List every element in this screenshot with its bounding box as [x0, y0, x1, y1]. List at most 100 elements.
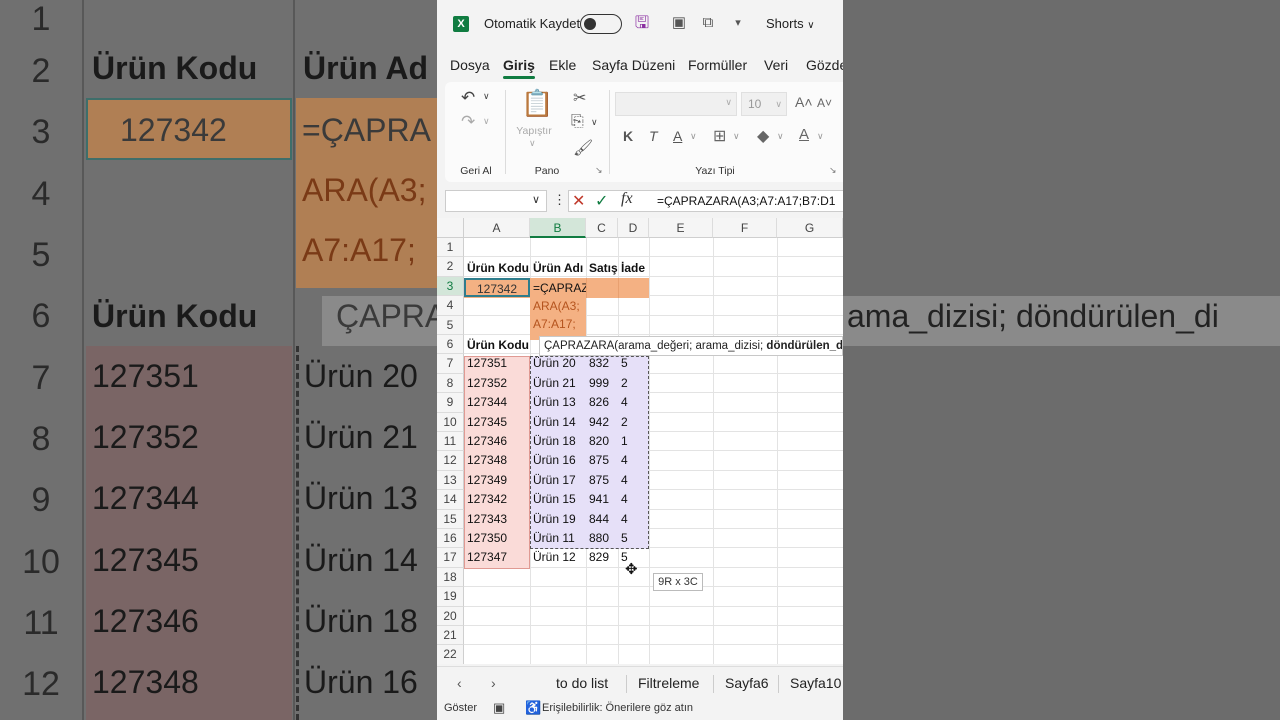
borders-dropdown-icon[interactable]: ∨ — [733, 131, 740, 142]
row-header[interactable]: 2 — [437, 257, 464, 277]
row-header[interactable]: 17 — [437, 548, 464, 568]
autosave-toggle[interactable] — [580, 14, 622, 34]
tab-giris[interactable]: Giriş — [503, 57, 535, 79]
cell-b9[interactable]: Ürün 13 — [530, 393, 586, 412]
cut-icon[interactable]: ✂ — [573, 88, 586, 108]
function-tooltip[interactable]: ÇAPRAZARA(arama_değeri; arama_dizisi; dö… — [539, 336, 843, 356]
cell-c16[interactable]: 880 — [586, 529, 618, 548]
row-header[interactable]: 14 — [437, 490, 464, 510]
cell-c12[interactable]: 875 — [586, 451, 618, 470]
select-all-corner[interactable] — [437, 218, 464, 238]
cell-a8[interactable]: 127352 — [464, 374, 530, 393]
cell-a3-lookup[interactable]: 127342 — [464, 278, 530, 298]
cell-a15[interactable]: 127343 — [464, 510, 530, 529]
row-header[interactable]: 16 — [437, 529, 464, 549]
italic-button[interactable]: T — [649, 128, 658, 144]
cell-b11[interactable]: Ürün 18 — [530, 432, 586, 451]
cell-a6[interactable]: Ürün Kodu — [464, 336, 530, 355]
cell-c17[interactable]: 829 — [586, 548, 618, 567]
save-icon[interactable]: 🖫 — [633, 14, 651, 32]
tab-formuller[interactable]: Formüller — [688, 57, 747, 73]
row-header[interactable]: 8 — [437, 373, 464, 394]
cell-b13[interactable]: Ürün 17 — [530, 471, 586, 490]
row-header[interactable]: 1 — [437, 238, 464, 258]
cell-c13[interactable]: 875 — [586, 471, 618, 490]
sheet-tab-filtreleme[interactable]: Filtreleme — [638, 675, 699, 691]
cell-b14[interactable]: Ürün 15 — [530, 490, 586, 509]
column-header-g[interactable]: G — [777, 218, 843, 238]
cell-c10[interactable]: 942 — [586, 413, 618, 432]
tab-gozden[interactable]: Gözde — [806, 57, 843, 73]
tab-sayfa-duzeni[interactable]: Sayfa Düzeni — [592, 57, 675, 73]
cell-b16[interactable]: Ürün 11 — [530, 529, 586, 548]
undo-dropdown-icon[interactable]: ∨ — [483, 91, 490, 102]
next-sheet-icon[interactable]: › — [491, 675, 496, 691]
paste-icon[interactable]: 📋 — [521, 88, 553, 119]
cell-d2[interactable]: İade — [618, 259, 649, 278]
font-color-icon[interactable]: A — [799, 126, 809, 143]
paste-dropdown-icon[interactable]: ∨ — [529, 138, 536, 149]
camera-icon[interactable]: ▣ — [670, 14, 688, 32]
cell-b17[interactable]: Ürün 12 — [530, 548, 586, 567]
cell-b8[interactable]: Ürün 21 — [530, 374, 586, 393]
row-header[interactable]: 11 — [437, 432, 464, 452]
row-header[interactable]: 18 — [437, 567, 464, 588]
font-size-box[interactable]: 10 ∨ — [741, 92, 787, 116]
cell-d16[interactable]: 5 — [618, 529, 649, 548]
fill-dropdown-icon[interactable]: ∨ — [777, 131, 784, 142]
cell-a10[interactable]: 127345 — [464, 413, 530, 432]
document-title[interactable]: Shorts ∨ — [766, 16, 815, 31]
column-header-c[interactable]: C — [586, 218, 618, 238]
row-header[interactable]: 6 — [437, 335, 464, 355]
cell-c14[interactable]: 941 — [586, 490, 618, 509]
row-header[interactable]: 19 — [437, 587, 464, 607]
tab-dosya[interactable]: Dosya — [450, 57, 490, 73]
underline-dropdown-icon[interactable]: ∨ — [690, 131, 697, 142]
cell-b10[interactable]: Ürün 14 — [530, 413, 586, 432]
shrink-font-icon[interactable]: A˅ — [817, 96, 832, 110]
cell-c8[interactable]: 999 — [586, 374, 618, 393]
row-header[interactable]: 12 — [437, 451, 464, 471]
redo-icon[interactable]: ↷ — [461, 112, 475, 132]
borders-icon[interactable]: ⊞ — [713, 126, 726, 146]
sheet-tab-to-do-list[interactable]: to do list — [556, 675, 608, 691]
row-header[interactable]: 4 — [437, 296, 464, 316]
column-header-b[interactable]: B — [530, 218, 586, 238]
cell-d15[interactable]: 4 — [618, 510, 649, 529]
accessibility-status[interactable]: Erişilebilirlik: Önerilere göz atın — [542, 702, 693, 714]
cell-d8[interactable]: 2 — [618, 374, 649, 393]
cell-d13[interactable]: 4 — [618, 471, 649, 490]
undo-icon[interactable]: ↶ — [461, 88, 475, 108]
macro-icon[interactable]: ▣ — [493, 700, 505, 716]
fill-color-icon[interactable]: ◆ — [757, 126, 769, 146]
cell-d12[interactable]: 4 — [618, 451, 649, 470]
worksheet-grid[interactable]: A B C D E F G 1 2 3 4 5 6 7 8 9 10 11 12 13 14 15 16 17 1… — [437, 218, 843, 664]
cell-b7[interactable]: Ürün 20 — [530, 354, 586, 373]
copy-icon[interactable]: ⎘ — [571, 113, 584, 131]
cell-c9[interactable]: 826 — [586, 393, 618, 412]
grow-font-icon[interactable]: A˄ — [795, 94, 813, 110]
sheet-tab-sayfa6[interactable]: Sayfa6 — [725, 675, 769, 691]
customize-toolbar-icon[interactable]: ▾ — [729, 14, 747, 32]
enter-icon[interactable]: ✓ — [595, 191, 608, 211]
cell-d10[interactable]: 2 — [618, 413, 649, 432]
more-options-icon[interactable]: ⋮ — [553, 192, 566, 208]
cell-a13[interactable]: 127349 — [464, 471, 530, 490]
format-painter-icon[interactable]: 🖌 — [573, 138, 593, 158]
cell-a11[interactable]: 127346 — [464, 432, 530, 451]
cell-a9[interactable]: 127344 — [464, 393, 530, 412]
cell-a17[interactable]: 127347 — [464, 548, 530, 567]
cell-b15[interactable]: Ürün 19 — [530, 510, 586, 529]
dialog-launcher-icon[interactable]: ↘ — [829, 165, 837, 176]
tab-ekle[interactable]: Ekle — [549, 57, 576, 73]
copy-dropdown-icon[interactable]: ∨ — [591, 117, 598, 128]
row-header[interactable]: 7 — [437, 354, 464, 374]
show-label[interactable]: Göster — [444, 702, 477, 714]
column-header-e[interactable]: E — [649, 218, 713, 238]
accessibility-icon[interactable]: ♿ — [525, 700, 541, 716]
row-header[interactable]: 22 — [437, 645, 464, 664]
cell-a2[interactable]: Ürün Kodu — [464, 259, 530, 278]
cell-a12[interactable]: 127348 — [464, 451, 530, 470]
tab-veri[interactable]: Veri — [764, 57, 788, 73]
cell-d9[interactable]: 4 — [618, 393, 649, 412]
